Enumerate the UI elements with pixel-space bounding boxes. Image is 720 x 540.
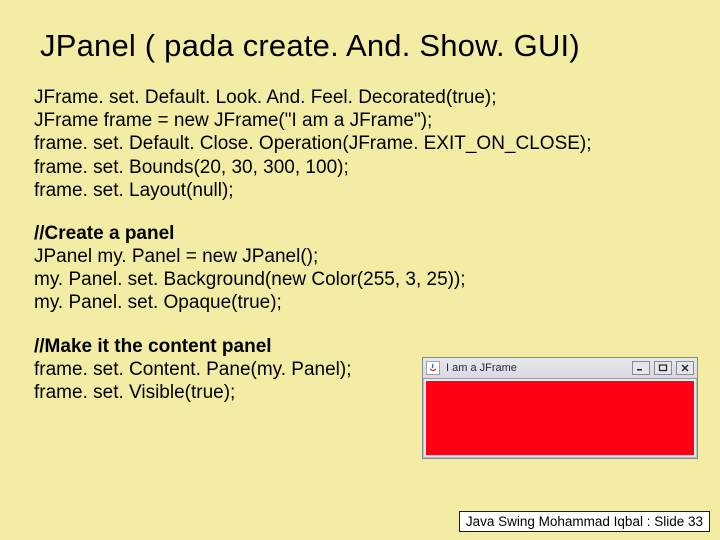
jframe-titlebar: I am a JFrame: [423, 358, 697, 379]
minimize-icon[interactable]: [632, 361, 650, 375]
java-cup-icon: [426, 361, 440, 375]
code-line: my. Panel. set. Background(new Color(255…: [34, 268, 688, 291]
jframe-content-pane: [426, 381, 694, 455]
close-icon[interactable]: [676, 361, 694, 375]
spacer: [34, 315, 688, 335]
code-line: my. Panel. set. Opaque(true);: [34, 291, 688, 314]
code-line: JFrame frame = new JFrame("I am a JFrame…: [34, 109, 688, 132]
code-line: frame. set. Bounds(20, 30, 300, 100);: [34, 156, 688, 179]
code-line: frame. set. Layout(null);: [34, 179, 688, 202]
code-line: JPanel my. Panel = new JPanel();: [34, 245, 688, 268]
jframe-title-text: I am a JFrame: [444, 362, 628, 374]
code-comment: //Make it the content panel: [34, 335, 688, 358]
code-line: frame. set. Default. Close. Operation(JF…: [34, 132, 688, 155]
code-line: JFrame. set. Default. Look. And. Feel. D…: [34, 86, 688, 109]
code-comment: //Create a panel: [34, 222, 688, 245]
maximize-icon[interactable]: [654, 361, 672, 375]
spacer: [34, 202, 688, 222]
slide: JPanel ( pada create. And. Show. GUI) JF…: [0, 0, 720, 540]
slide-title: JPanel ( pada create. And. Show. GUI): [40, 28, 688, 64]
jframe-preview: I am a JFrame: [422, 357, 698, 459]
slide-footer: Java Swing Mohammad Iqbal : Slide 33: [459, 511, 710, 532]
